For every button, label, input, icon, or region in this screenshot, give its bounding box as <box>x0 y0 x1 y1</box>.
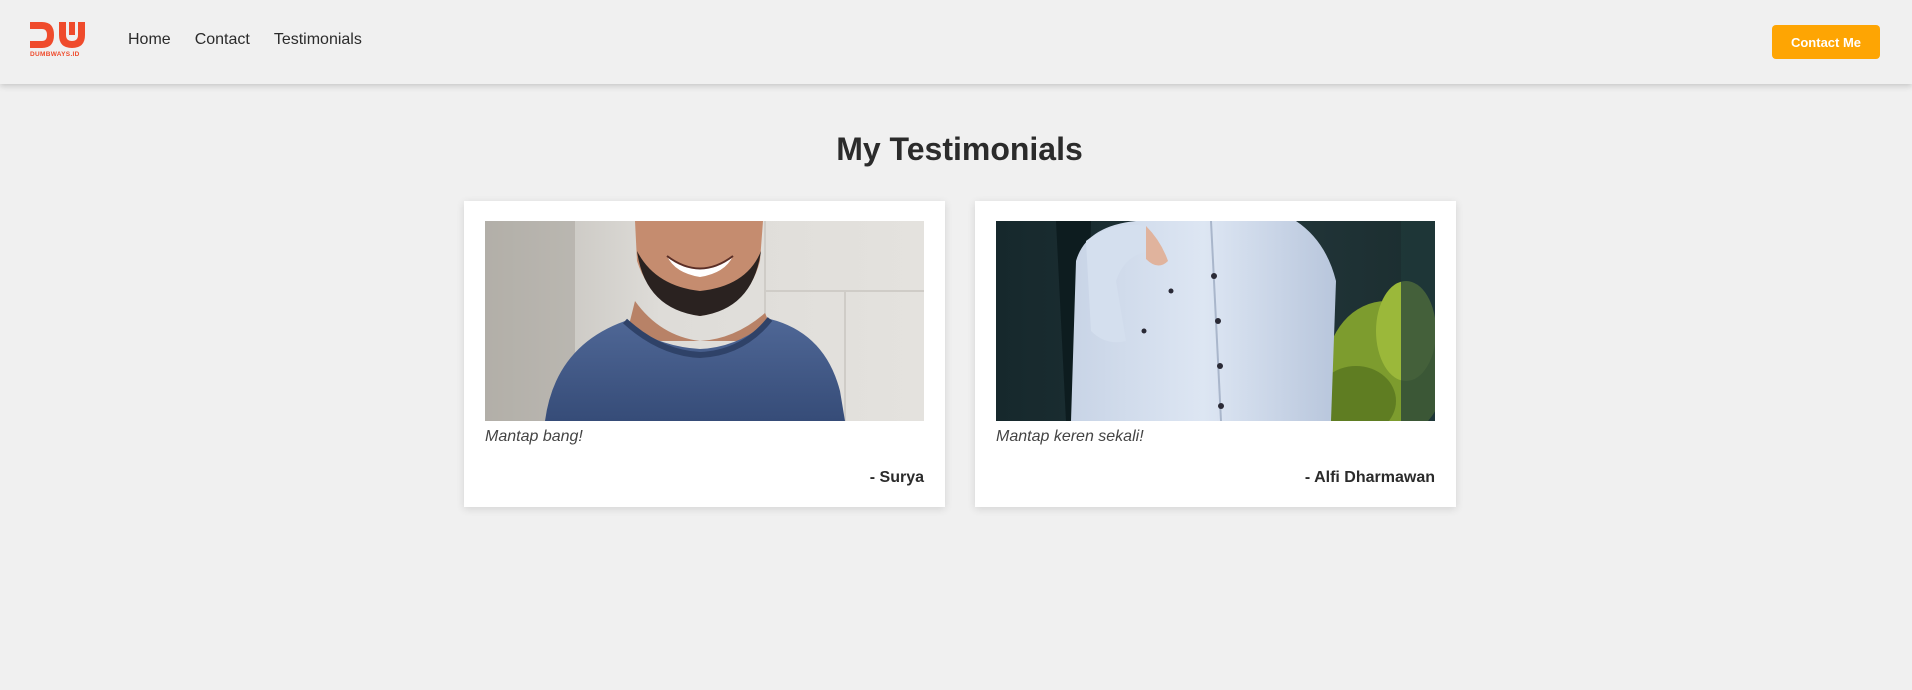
testimonial-photo <box>996 221 1435 421</box>
testimonial-card: Mantap keren sekali! - Alfi Dharmawan <box>975 201 1456 507</box>
testimonial-photo <box>485 221 924 421</box>
testimonial-author: - Surya <box>869 469 924 486</box>
page-title: My Testimonials <box>836 131 1083 167</box>
nav-link-testimonials[interactable]: Testimonials <box>274 31 362 49</box>
navbar: DUMBWAYS.ID Home Contact Testimonials Co… <box>0 0 1912 84</box>
testimonial-quote: Mantap bang! <box>485 428 583 445</box>
testimonial-quote: Mantap keren sekali! <box>996 428 1144 445</box>
logo-text: DUMBWAYS.ID <box>30 51 80 58</box>
nav-links: Home Contact Testimonials <box>128 31 386 49</box>
testimonial-author: - Alfi Dharmawan <box>1304 469 1435 486</box>
contact-me-button[interactable]: Contact Me <box>1772 25 1880 59</box>
smiling-man-photo <box>485 221 924 421</box>
nav-link-home[interactable]: Home <box>128 31 171 49</box>
man-in-shirt-photo <box>996 221 1435 421</box>
nav-link-contact[interactable]: Contact <box>195 31 250 49</box>
testimonial-card: Mantap bang! - Surya <box>464 201 945 507</box>
